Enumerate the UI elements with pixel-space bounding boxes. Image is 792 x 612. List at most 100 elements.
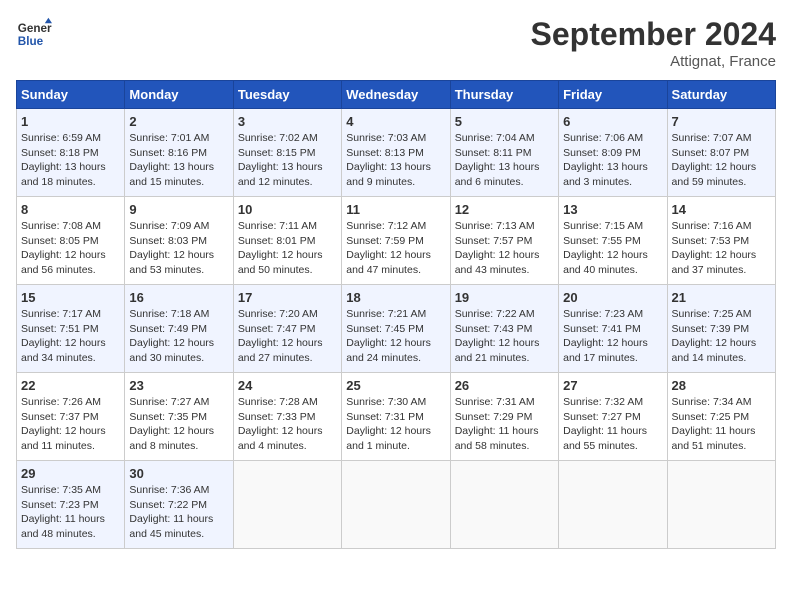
day-number: 29 [21, 466, 120, 481]
daylight-text: Daylight: 12 hours and 14 minutes. [672, 336, 771, 365]
sunset-text: Sunset: 8:15 PM [238, 146, 337, 161]
day-number: 19 [455, 290, 554, 305]
daylight-text: Daylight: 12 hours and 17 minutes. [563, 336, 662, 365]
daylight-text: Daylight: 12 hours and 21 minutes. [455, 336, 554, 365]
day-info: Sunrise: 7:01 AMSunset: 8:16 PMDaylight:… [129, 131, 228, 190]
sunrise-text: Sunrise: 7:18 AM [129, 307, 228, 322]
sunrise-text: Sunrise: 7:01 AM [129, 131, 228, 146]
sunset-text: Sunset: 7:25 PM [672, 410, 771, 425]
calendar-cell: 4Sunrise: 7:03 AMSunset: 8:13 PMDaylight… [342, 109, 450, 197]
sunrise-text: Sunrise: 7:07 AM [672, 131, 771, 146]
daylight-text: Daylight: 13 hours and 18 minutes. [21, 160, 120, 189]
calendar-week-3: 15Sunrise: 7:17 AMSunset: 7:51 PMDayligh… [17, 285, 776, 373]
calendar-cell: 2 Sunrise: 7:01 AMSunset: 8:16 PMDaylight… [125, 109, 233, 197]
daylight-text: Daylight: 12 hours and 43 minutes. [455, 248, 554, 277]
sunset-text: Sunset: 7:27 PM [563, 410, 662, 425]
day-number: 28 [672, 378, 771, 393]
day-info: Sunrise: 7:11 AMSunset: 8:01 PMDaylight:… [238, 219, 337, 278]
daylight-text: Daylight: 12 hours and 11 minutes. [21, 424, 120, 453]
daylight-text: Daylight: 12 hours and 53 minutes. [129, 248, 228, 277]
day-number: 30 [129, 466, 228, 481]
day-info: Sunrise: 7:26 AMSunset: 7:37 PMDaylight:… [21, 395, 120, 454]
sunset-text: Sunset: 7:57 PM [455, 234, 554, 249]
day-info: Sunrise: 7:31 AMSunset: 7:29 PMDaylight:… [455, 395, 554, 454]
day-info: Sunrise: 7:25 AMSunset: 7:39 PMDaylight:… [672, 307, 771, 366]
day-info: Sunrise: 7:17 AMSunset: 7:51 PMDaylight:… [21, 307, 120, 366]
daylight-text: Daylight: 12 hours and 34 minutes. [21, 336, 120, 365]
col-friday: Friday [559, 81, 667, 109]
sunrise-text: Sunrise: 7:12 AM [346, 219, 445, 234]
day-number: 2 [129, 114, 228, 129]
sunrise-text: Sunrise: 7:25 AM [672, 307, 771, 322]
calendar-table: Sunday Monday Tuesday Wednesday Thursday… [16, 80, 776, 549]
calendar-cell: 8Sunrise: 7:08 AMSunset: 8:05 PMDaylight… [17, 197, 125, 285]
calendar-cell: 15Sunrise: 7:17 AMSunset: 7:51 PMDayligh… [17, 285, 125, 373]
daylight-text: Daylight: 12 hours and 37 minutes. [672, 248, 771, 277]
sunset-text: Sunset: 7:45 PM [346, 322, 445, 337]
day-number: 26 [455, 378, 554, 393]
sunset-text: Sunset: 7:49 PM [129, 322, 228, 337]
calendar-cell: 5Sunrise: 7:04 AMSunset: 8:11 PMDaylight… [450, 109, 558, 197]
sunrise-text: Sunrise: 7:11 AM [238, 219, 337, 234]
sunrise-text: Sunrise: 7:23 AM [563, 307, 662, 322]
calendar-cell: 20Sunrise: 7:23 AMSunset: 7:41 PMDayligh… [559, 285, 667, 373]
sunset-text: Sunset: 8:11 PM [455, 146, 554, 161]
day-info: Sunrise: 7:23 AMSunset: 7:41 PMDaylight:… [563, 307, 662, 366]
calendar-cell [342, 461, 450, 549]
calendar-week-2: 8Sunrise: 7:08 AMSunset: 8:05 PMDaylight… [17, 197, 776, 285]
sunset-text: Sunset: 7:55 PM [563, 234, 662, 249]
day-number: 10 [238, 202, 337, 217]
calendar-week-5: 29 Sunrise: 7:35 AMSunset: 7:23 PMDayligh… [17, 461, 776, 549]
page-header: General Blue September 2024 Attignat, Fr… [16, 16, 776, 70]
daylight-text: Daylight: 11 hours and 58 minutes. [455, 424, 554, 453]
daylight-text: Daylight: 11 hours and 51 minutes. [672, 424, 771, 453]
header-row: Sunday Monday Tuesday Wednesday Thursday… [17, 81, 776, 109]
day-number: 12 [455, 202, 554, 217]
sunset-text: Sunset: 8:18 PM [21, 146, 120, 161]
day-info: Sunrise: 7:02 AMSunset: 8:15 PMDaylight:… [238, 131, 337, 190]
sunrise-text: Sunrise: 7:27 AM [129, 395, 228, 410]
calendar-cell: 21Sunrise: 7:25 AMSunset: 7:39 PMDayligh… [667, 285, 775, 373]
sunrise-text: Sunrise: 7:31 AM [455, 395, 554, 410]
calendar-cell: 22Sunrise: 7:26 AMSunset: 7:37 PMDayligh… [17, 373, 125, 461]
day-number: 16 [129, 290, 228, 305]
sunset-text: Sunset: 7:43 PM [455, 322, 554, 337]
sunrise-text: Sunrise: 7:35 AM [21, 483, 120, 498]
daylight-text: Daylight: 12 hours and 30 minutes. [129, 336, 228, 365]
day-info: Sunrise: 7:06 AMSunset: 8:09 PMDaylight:… [563, 131, 662, 190]
day-info: Sunrise: 7:12 AMSunset: 7:59 PMDaylight:… [346, 219, 445, 278]
daylight-text: Daylight: 11 hours and 48 minutes. [21, 512, 120, 541]
day-number: 4 [346, 114, 445, 129]
sunset-text: Sunset: 7:29 PM [455, 410, 554, 425]
daylight-text: Daylight: 12 hours and 56 minutes. [21, 248, 120, 277]
daylight-text: Daylight: 13 hours and 12 minutes. [238, 160, 337, 189]
day-info: Sunrise: 7:32 AMSunset: 7:27 PMDaylight:… [563, 395, 662, 454]
col-thursday: Thursday [450, 81, 558, 109]
calendar-cell: 19Sunrise: 7:22 AMSunset: 7:43 PMDayligh… [450, 285, 558, 373]
sunset-text: Sunset: 7:51 PM [21, 322, 120, 337]
day-number: 7 [672, 114, 771, 129]
sunset-text: Sunset: 7:39 PM [672, 322, 771, 337]
day-info: Sunrise: 7:16 AMSunset: 7:53 PMDaylight:… [672, 219, 771, 278]
day-number: 14 [672, 202, 771, 217]
calendar-cell: 29 Sunrise: 7:35 AMSunset: 7:23 PMDayligh… [17, 461, 125, 549]
svg-text:General: General [18, 22, 52, 35]
calendar-cell: 26 Sunrise: 7:31 AMSunset: 7:29 PMDayligh… [450, 373, 558, 461]
daylight-text: Daylight: 11 hours and 55 minutes. [563, 424, 662, 453]
logo-icon: General Blue [16, 16, 52, 52]
sunset-text: Sunset: 8:13 PM [346, 146, 445, 161]
calendar-cell: 24Sunrise: 7:28 AMSunset: 7:33 PMDayligh… [233, 373, 341, 461]
location: Attignat, France [531, 53, 776, 70]
sunset-text: Sunset: 7:59 PM [346, 234, 445, 249]
sunset-text: Sunset: 8:01 PM [238, 234, 337, 249]
day-info: Sunrise: 7:18 AMSunset: 7:49 PMDaylight:… [129, 307, 228, 366]
sunset-text: Sunset: 8:07 PM [672, 146, 771, 161]
sunrise-text: Sunrise: 7:03 AM [346, 131, 445, 146]
daylight-text: Daylight: 13 hours and 6 minutes. [455, 160, 554, 189]
sunrise-text: Sunrise: 7:06 AM [563, 131, 662, 146]
day-info: Sunrise: 6:59 AMSunset: 8:18 PMDaylight:… [21, 131, 120, 190]
daylight-text: Daylight: 12 hours and 1 minute. [346, 424, 445, 453]
sunset-text: Sunset: 7:23 PM [21, 498, 120, 513]
logo: General Blue [16, 16, 52, 52]
sunrise-text: Sunrise: 7:26 AM [21, 395, 120, 410]
